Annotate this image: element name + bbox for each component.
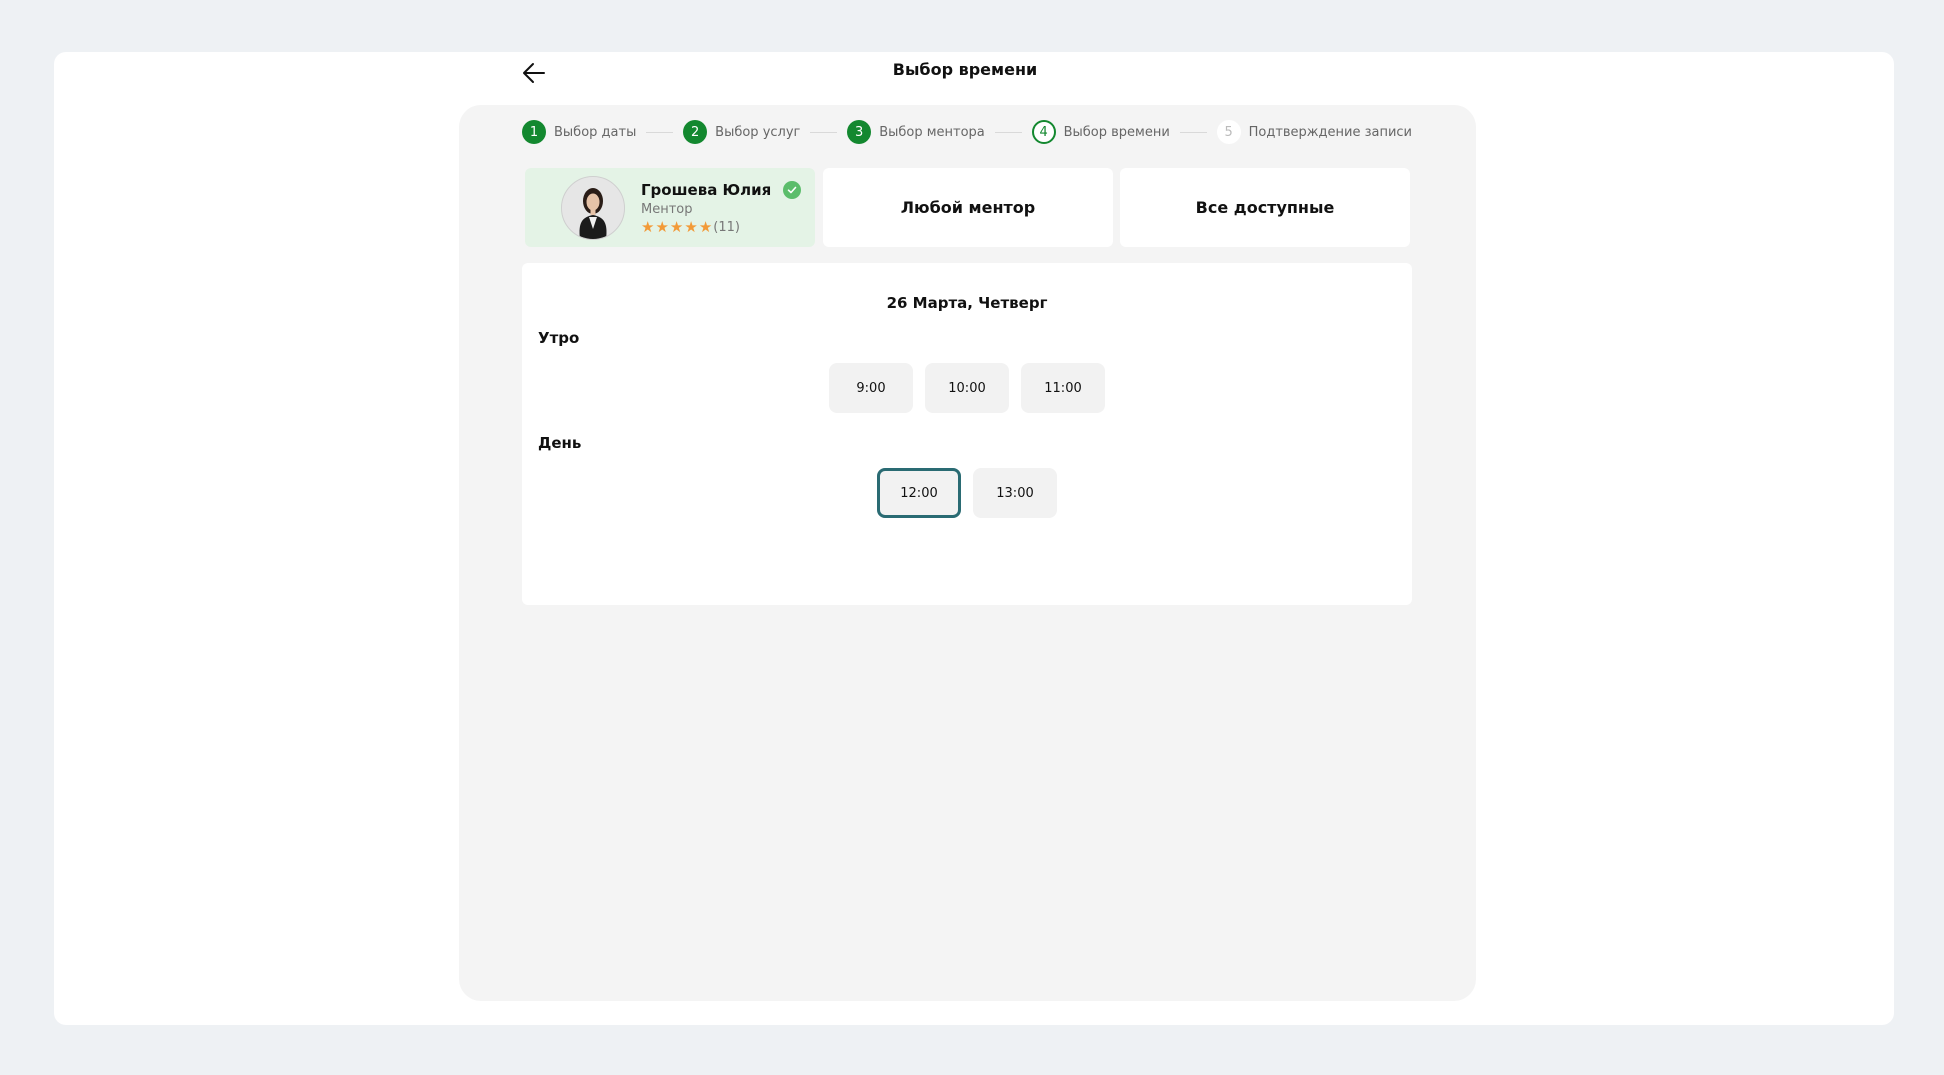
step-3[interactable]: 3 Выбор ментора [847,120,985,144]
star-icon: ★ [641,217,655,236]
time-slot[interactable]: 13:00 [973,468,1057,518]
all-available-card[interactable]: Все доступные [1120,168,1410,247]
star-icon: ★ [655,217,669,236]
time-slot[interactable]: 11:00 [1021,363,1105,413]
stepper: 1 Выбор даты 2 Выбор услуг 3 Выбор менто… [522,120,1412,144]
time-slot-selected[interactable]: 12:00 [877,468,961,518]
review-count: (11) [713,219,740,235]
step-number: 5 [1216,120,1241,144]
day-slots: 12:00 13:00 [522,468,1412,518]
step-number: 1 [522,120,546,144]
step-divider [646,131,674,133]
step-1[interactable]: 1 Выбор даты [522,120,636,144]
time-slot[interactable]: 10:00 [925,363,1009,413]
step-divider [1179,131,1207,133]
step-label: Выбор услуг [715,124,801,140]
step-2[interactable]: 2 Выбор услуг [683,120,800,144]
verified-check-icon [783,180,802,199]
morning-slots: 9:00 10:00 11:00 [522,363,1412,413]
star-icon: ★ [669,217,684,236]
step-4[interactable]: 4 Выбор времени [1031,120,1170,144]
mentor-rating: ★ ★ ★ ★ ★ (11) [641,217,801,236]
step-label: Выбор ментора [879,124,985,140]
time-slot[interactable]: 9:00 [829,363,913,413]
all-available-label: Все доступные [1195,198,1335,217]
page-title: Выбор времени [892,60,1038,79]
star-icon: ★ [684,217,698,236]
step-divider [994,131,1022,133]
mentor-photo [562,176,624,239]
day-label: День [538,434,582,452]
morning-label: Утро [538,329,580,347]
step-number: 2 [683,120,708,144]
star-icon: ★ [698,217,713,236]
step-divider [810,131,838,133]
step-label: Выбор времени [1063,124,1170,140]
step-label: Выбор даты [554,124,637,140]
any-mentor-card[interactable]: Любой ментор [823,168,1113,247]
mentor-name: Грошева Юлия [641,180,772,199]
mentor-role: Ментор [641,201,693,217]
step-5: 5 Подтверждение записи [1216,120,1413,144]
schedule-date: 26 Марта, Четверг [886,294,1048,312]
any-mentor-label: Любой ментор [900,198,1036,217]
time-schedule: 26 Марта, Четверг Утро 9:00 10:00 11:00 … [522,263,1412,605]
mentor-card-selected[interactable]: Грошева Юлия Ментор ★ ★ ★ ★ ★ (11) [525,168,815,247]
step-number: 4 [1031,120,1056,144]
step-number: 3 [847,120,872,144]
avatar [561,175,625,240]
step-label: Подтверждение записи [1248,124,1413,140]
